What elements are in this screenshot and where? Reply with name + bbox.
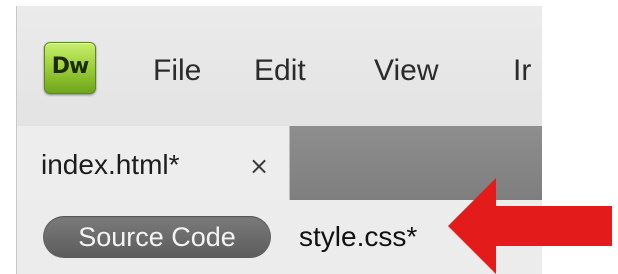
- close-icon[interactable]: ×: [249, 152, 269, 180]
- menu-insert[interactable]: Ir: [513, 54, 531, 88]
- source-code-button[interactable]: Source Code: [43, 216, 271, 258]
- menu-view[interactable]: View: [374, 54, 438, 88]
- arrow-left-icon: [448, 178, 612, 274]
- menu-bar: Dw File Edit View Ir: [17, 6, 542, 127]
- tab-label: index.html*: [41, 149, 180, 180]
- dreamweaver-logo: Dw: [44, 42, 96, 94]
- menu-edit[interactable]: Edit: [254, 54, 306, 88]
- tab-index-html[interactable]: index.html* ×: [17, 126, 290, 200]
- menu-file[interactable]: File: [153, 54, 201, 88]
- logo-text: Dw: [51, 54, 90, 79]
- related-file-style-css[interactable]: style.css*: [299, 221, 417, 253]
